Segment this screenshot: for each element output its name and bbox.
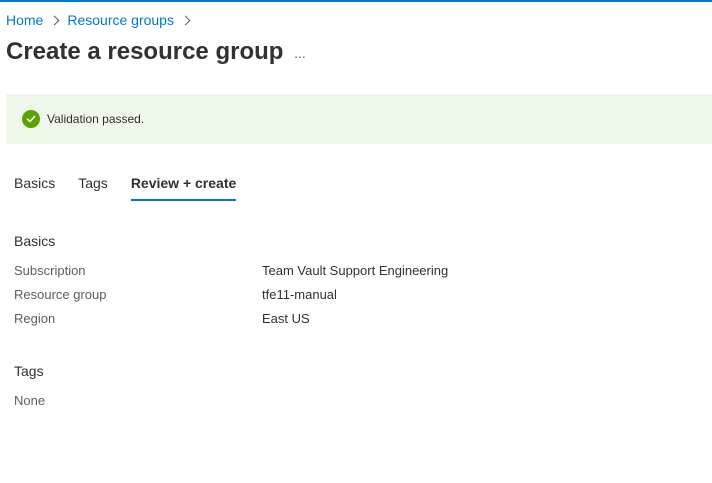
basics-section-heading: Basics [14,233,56,249]
validation-message: Validation passed. [47,112,145,126]
tags-empty-text: None [14,393,46,408]
breadcrumb-home-link[interactable]: Home [6,12,43,28]
breadcrumb-resource-groups-link[interactable]: Resource groups [67,12,174,28]
breadcrumb: Home Resource groups [6,11,198,29]
validation-banner: Validation passed. [6,94,712,144]
check-circle-icon [22,110,40,128]
ellipsis-icon: ... [294,45,306,61]
chevron-right-icon [49,15,60,25]
page-title: Create a resource group [6,38,284,65]
tab-review-create[interactable]: Review + create [130,175,237,201]
row-label: Subscription [14,263,86,278]
tags-section-heading: Tags [14,363,44,379]
row-value: Team Vault Support Engineering [262,263,449,278]
row-value: tfe11-manual [262,287,337,302]
tab-basics[interactable]: Basics [14,175,55,201]
tab-tags[interactable]: Tags [78,175,108,201]
row-label: Region [14,311,56,326]
chevron-right-icon [180,15,191,25]
tab-strip: Basics Tags Review + create [14,175,259,201]
more-options-button[interactable]: ... [290,43,310,63]
row-label: Resource group [14,287,107,302]
top-accent-line [0,0,712,2]
row-value: East US [262,311,310,326]
